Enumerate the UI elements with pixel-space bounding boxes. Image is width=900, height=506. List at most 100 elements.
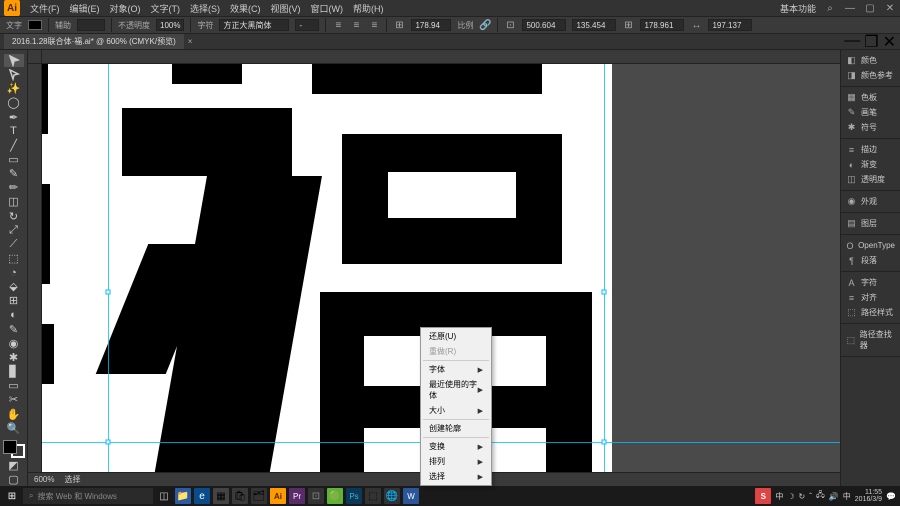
ctx-transform[interactable]: 变换▶ bbox=[421, 439, 491, 454]
panel-align[interactable]: ≡对齐 bbox=[843, 290, 898, 305]
menu-edit[interactable]: 编辑(E) bbox=[70, 2, 100, 15]
hand-tool[interactable]: ✋ bbox=[4, 408, 24, 421]
line-tool[interactable]: ╱ bbox=[4, 139, 24, 152]
type-tool[interactable]: T bbox=[4, 125, 24, 138]
search-icon[interactable]: ⌕ bbox=[824, 2, 836, 14]
ctx-recent-fonts[interactable]: 最近使用的字体▶ bbox=[421, 377, 491, 403]
color-mode[interactable]: ◩ bbox=[4, 459, 24, 472]
constrain-icon[interactable]: 🔗 bbox=[479, 19, 491, 31]
ctx-size[interactable]: 大小▶ bbox=[421, 403, 491, 418]
align-center-icon[interactable]: ≡ bbox=[350, 19, 362, 31]
link-icon[interactable]: ⊞ bbox=[393, 19, 405, 31]
ime-indicator[interactable]: S bbox=[755, 488, 771, 504]
blend-tool[interactable]: ◉ bbox=[4, 337, 24, 350]
x-field[interactable]: 178.94 bbox=[411, 19, 451, 31]
taskbar-app[interactable]: 🛍 bbox=[232, 488, 248, 504]
fontsize-field[interactable]: - bbox=[295, 19, 319, 31]
free-transform-tool[interactable]: ⬚ bbox=[4, 252, 24, 265]
guide-vertical[interactable] bbox=[604, 64, 605, 486]
panel-color[interactable]: ◧颜色 bbox=[843, 53, 898, 68]
menu-window[interactable]: 窗口(W) bbox=[311, 2, 344, 15]
menu-file[interactable]: 文件(F) bbox=[30, 2, 60, 15]
task-view-icon[interactable]: ◫ bbox=[156, 488, 172, 504]
taskbar-ps[interactable]: Ps bbox=[346, 488, 362, 504]
doc-minimize-icon[interactable]: — bbox=[844, 32, 860, 52]
start-button[interactable]: ⊞ bbox=[4, 488, 20, 504]
ctx-create-outlines[interactable]: 创建轮廓 bbox=[421, 421, 491, 436]
menu-effect[interactable]: 效果(C) bbox=[230, 2, 261, 15]
lasso-tool[interactable]: ◯ bbox=[4, 96, 24, 109]
width-tool[interactable]: ⟋ bbox=[4, 238, 24, 251]
panel-character[interactable]: A字符 bbox=[843, 275, 898, 290]
taskbar-app[interactable]: 📁 bbox=[175, 488, 191, 504]
transform-icon[interactable]: ⊡ bbox=[504, 19, 516, 31]
selection-tool[interactable] bbox=[4, 54, 24, 67]
menu-view[interactable]: 视图(V) bbox=[271, 2, 301, 15]
panel-brushes[interactable]: ✎画笔 bbox=[843, 105, 898, 120]
fill-stroke-swatch[interactable] bbox=[3, 440, 25, 458]
eraser-tool[interactable]: ◫ bbox=[4, 195, 24, 208]
slice-tool[interactable]: ✂ bbox=[4, 393, 24, 406]
panel-opentype[interactable]: OOpenType bbox=[843, 238, 898, 253]
taskbar-ai[interactable]: Ai bbox=[270, 488, 286, 504]
w-field[interactable]: 500.604 bbox=[522, 19, 566, 31]
tray-notifications-icon[interactable]: 💬 bbox=[886, 492, 896, 501]
coord3-field[interactable]: 197.137 bbox=[708, 19, 752, 31]
document-tab[interactable]: 2016.1.28联合体·福.ai* @ 600% (CMYK/预览) bbox=[4, 34, 184, 49]
pen-tool[interactable]: ✒ bbox=[4, 111, 24, 124]
screen-mode[interactable]: ▢ bbox=[4, 473, 24, 486]
artboard-tool[interactable]: ▭ bbox=[4, 379, 24, 392]
tray-ime2[interactable]: 中 bbox=[843, 491, 851, 502]
symbol-tool[interactable]: ✱ bbox=[4, 351, 24, 364]
tray-volume-icon[interactable]: 🔊 bbox=[829, 492, 839, 501]
tray-chevron-icon[interactable]: ˆ bbox=[809, 492, 812, 501]
direct-selection-tool[interactable] bbox=[4, 68, 24, 81]
doc-restore-icon[interactable]: ❐ bbox=[864, 32, 878, 52]
menu-select[interactable]: 选择(S) bbox=[190, 2, 220, 15]
taskbar-app[interactable]: ▦ bbox=[213, 488, 229, 504]
taskbar-app[interactable]: 🗂 bbox=[251, 488, 267, 504]
menu-help[interactable]: 帮助(H) bbox=[353, 2, 384, 15]
shape-builder-tool[interactable]: ◔ bbox=[4, 266, 24, 279]
taskbar-search[interactable]: ⌕搜索 Web 和 Windows bbox=[23, 488, 153, 504]
zoom-tool[interactable]: 🔍 bbox=[4, 422, 24, 435]
bbox-anchor[interactable] bbox=[106, 290, 111, 295]
ctx-arrange[interactable]: 排列▶ bbox=[421, 454, 491, 469]
link2-icon[interactable]: ⊞ bbox=[622, 19, 634, 31]
align-right-icon[interactable]: ≡ bbox=[368, 19, 380, 31]
panel-layers[interactable]: ▤图层 bbox=[843, 216, 898, 231]
taskbar-app[interactable]: 🌐 bbox=[384, 488, 400, 504]
mesh-tool[interactable]: ⊞ bbox=[4, 294, 24, 307]
ruler-horizontal[interactable] bbox=[42, 50, 840, 64]
panel-symbols[interactable]: ✱符号 bbox=[843, 120, 898, 135]
ctx-font[interactable]: 字体▶ bbox=[421, 362, 491, 377]
panel-color-guide[interactable]: ◨颜色参考 bbox=[843, 68, 898, 83]
ctx-select[interactable]: 选择▶ bbox=[421, 469, 491, 484]
menu-type[interactable]: 文字(T) bbox=[151, 2, 181, 15]
gradient-tool[interactable]: ◐ bbox=[4, 309, 24, 322]
fill-swatch[interactable] bbox=[28, 20, 42, 30]
panel-transparency[interactable]: ◫透明度 bbox=[843, 172, 898, 187]
taskbar-app[interactable]: ⬚ bbox=[365, 488, 381, 504]
panel-stroke[interactable]: ≡描边 bbox=[843, 142, 898, 157]
stroke-field[interactable] bbox=[77, 19, 105, 31]
bbox-anchor[interactable] bbox=[106, 440, 111, 445]
eyedropper-tool[interactable]: ✎ bbox=[4, 323, 24, 336]
panel-pathfinder[interactable]: ⬚路径查找器 bbox=[843, 327, 898, 353]
rotate-tool[interactable]: ↻ bbox=[4, 210, 24, 223]
taskbar-app[interactable]: 🟢 bbox=[327, 488, 343, 504]
h-field[interactable]: 135.454 bbox=[572, 19, 616, 31]
magic-wand-tool[interactable]: ✨ bbox=[4, 82, 24, 95]
ruler-vertical[interactable] bbox=[28, 64, 42, 486]
panel-pathstyle[interactable]: ⬚路径样式 bbox=[843, 305, 898, 320]
menu-object[interactable]: 对象(O) bbox=[110, 2, 141, 15]
tab-close-icon[interactable]: × bbox=[184, 37, 197, 46]
doc-close-icon[interactable]: ✕ bbox=[883, 32, 896, 52]
font-field[interactable]: 方正大黑简体 bbox=[219, 19, 289, 31]
guide-vertical[interactable] bbox=[108, 64, 109, 486]
taskbar-app[interactable]: e bbox=[194, 488, 210, 504]
tray-sync-icon[interactable]: ↻ bbox=[799, 492, 806, 501]
ctx-undo[interactable]: 还原(U) bbox=[421, 329, 491, 344]
tray-moon-icon[interactable]: ☽ bbox=[787, 492, 794, 501]
pencil-tool[interactable]: ✏ bbox=[4, 181, 24, 194]
